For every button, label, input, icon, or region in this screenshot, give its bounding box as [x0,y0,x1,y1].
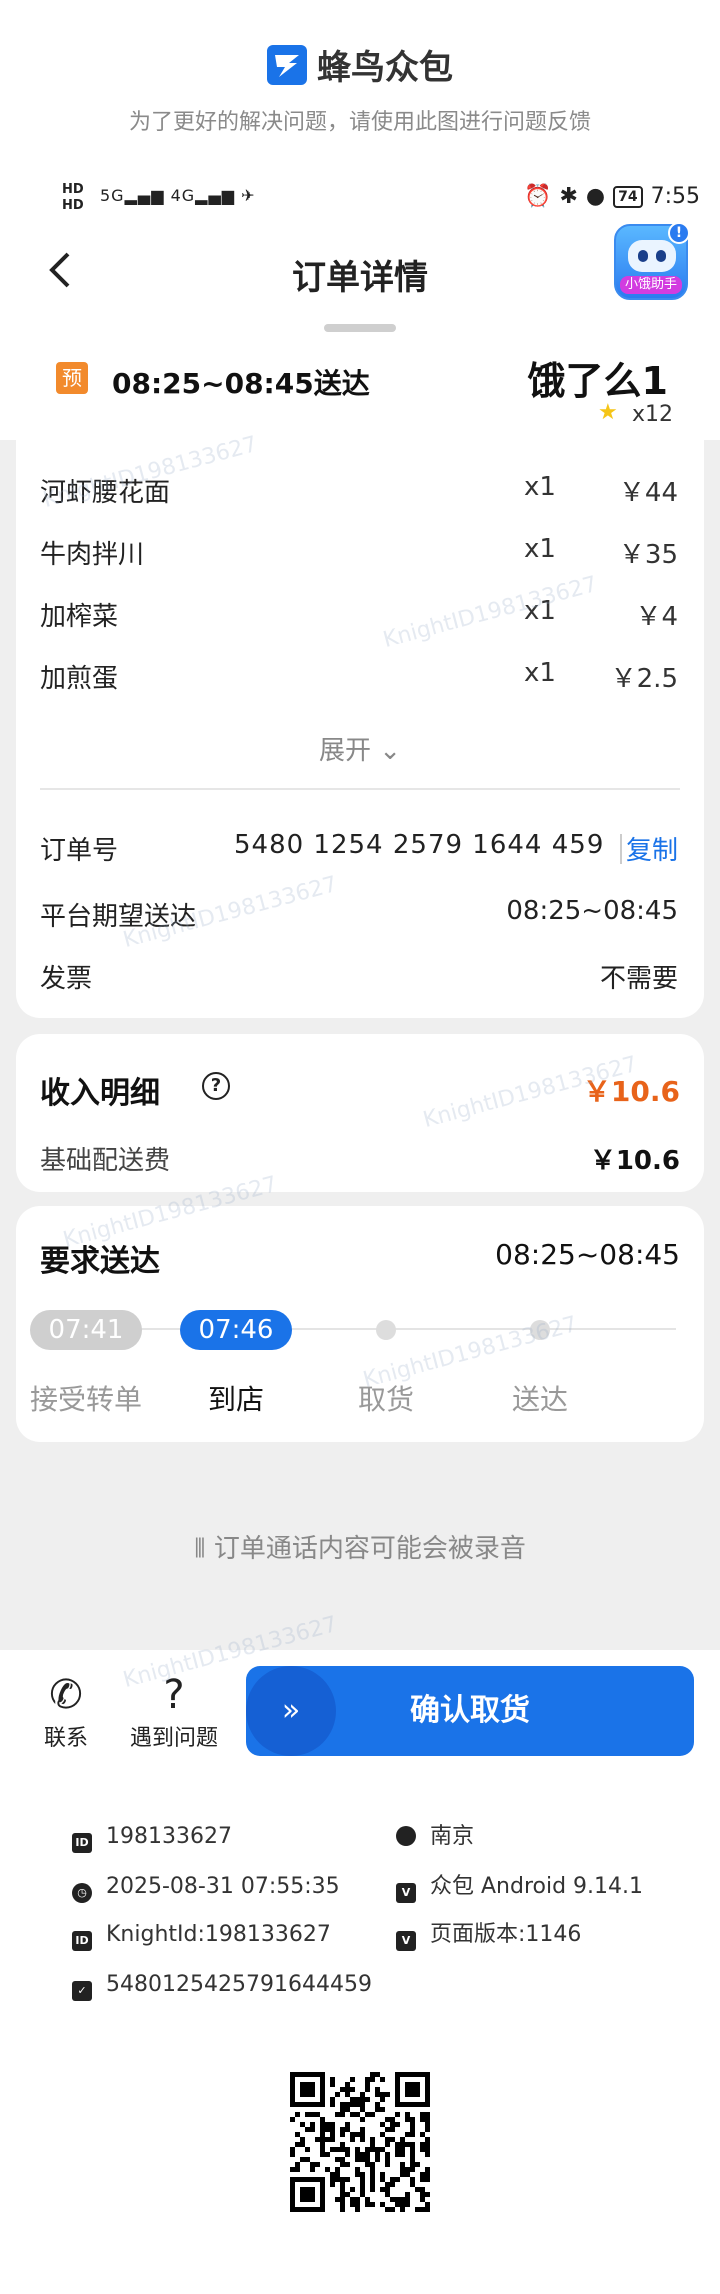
phone-icon: ✆ [49,1672,83,1718]
star-icon: ★ [598,400,618,425]
rating-count: x12 [632,402,674,427]
shop-name: 饿了么1 [527,359,668,403]
meta-page-version: V 页面版本:1146 [396,1920,581,1951]
status-right: ⏰ ✱ ● 74 7:55 [524,184,700,209]
id-icon: ID [72,1833,92,1853]
status-bar: HD HD 5G▂▄▆ 4G▂▄▆ ✈ ⏰ ✱ ● 74 7:55 [60,180,700,220]
bottom-action-bar: ✆ 联系 ? 遇到问题 » 确认取货 [0,1650,720,1770]
base-fee-value: ￥10.6 [589,1146,680,1176]
brand-header: 蜂鸟众包 [0,40,720,89]
base-fee-label: 基础配送费 [40,1146,171,1176]
meta-order-id: ✓ 5480125425791644459 [72,1970,372,2001]
step-arrive: 到店 [207,1383,264,1416]
page-title: 订单详情 [292,258,428,298]
copy-button[interactable]: 复制 [626,830,678,867]
list-item: 加煎蛋 x1 ￥2.5 [40,658,678,694]
help-icon[interactable]: ? [202,1072,230,1100]
brand-name: 蜂鸟众包 [317,48,453,88]
checkbox-icon: ✓ [72,1981,92,2001]
meta-datetime: ◷ 2025-08-31 07:55:35 [72,1872,340,1903]
id-icon: ID [72,1931,92,1951]
nav-header: 订单详情 小饿助手 ! [0,222,720,310]
sheet-handle[interactable] [324,324,396,332]
chevron-down-icon: ⌄ [379,736,402,766]
eta-text: 08:25~08:45送达 [112,367,370,400]
progress-track [56,1328,676,1330]
location-pin-icon [396,1826,416,1846]
v-icon: V [396,1931,416,1951]
step-accept: 接受转单 [29,1383,142,1416]
order-card: 河虾腰花面 x1 ￥44 牛肉拌川 x1 ￥35 加榨菜 x1 ￥4 加煎蛋 x1 ￥2.5 展… [16,440,704,1018]
clock-icon: ◷ [72,1883,92,1903]
divider [40,788,680,790]
v-icon: V [396,1883,416,1903]
confirm-pickup-button[interactable]: » 确认取货 [246,1666,694,1756]
alarm-icon: ⏰ [524,184,552,209]
assistant-label: 小饿助手 [620,276,682,294]
step-deliver: 送达 [511,1383,568,1416]
meta-user-id: ID 198133627 [72,1822,232,1853]
preorder-badge: 预 [56,362,88,394]
required-time: 08:25~08:45 [495,1238,680,1271]
signal-icon: 5G▂▄▆ 4G▂▄▆ ✈ [100,186,256,205]
step-dot [376,1320,396,1340]
divider [620,834,622,864]
qr-code [290,2072,430,2212]
step-time-accepted: 07:41 [30,1310,142,1350]
assistant-badge: ! [668,222,690,244]
clock: 7:55 [650,184,700,209]
invoice-row: 发票 不需要 [40,964,678,994]
list-item: 牛肉拌川 x1 ￥35 [40,534,678,570]
order-number-row: 订单号 5480 1254 2579 1644 459 复制 [40,830,678,867]
sim-indicators: HD HD [62,182,84,213]
list-item: 加榨菜 x1 ￥4 [40,596,678,632]
delivery-card: 要求送达 08:25~08:45 07:41 07:46 接受转单 到店 取货 … [16,1206,704,1442]
fengniao-logo-icon [267,44,307,85]
sound-wave-icon: ⦀ [194,1534,206,1564]
bluetooth-icon: ✱ [559,184,578,209]
assistant-button[interactable]: 小饿助手 ! [614,222,690,300]
location-icon: ● [585,184,606,209]
income-title: 收入明细 [40,1076,160,1111]
battery-icon: 74 [613,185,643,208]
meta-app-version: V 众包 Android 9.14.1 [396,1872,643,1903]
order-number: 5480 1254 2579 1644 459 [234,830,605,860]
contact-button[interactable]: ✆ 联系 [38,1670,94,1752]
robot-icon [628,240,676,272]
feedback-subtitle: 为了更好的解决问题，请使用此图进行问题反馈 [128,110,591,135]
meta-city: 南京 [396,1822,474,1852]
expand-button[interactable]: 展开 ⌄ [16,730,704,767]
meta-knight-id: ID KnightId:198133627 [72,1920,331,1951]
eta-row: 预 08:25~08:45送达 饿了么1 ★ x12 [0,352,720,432]
income-card: 收入明细 ? ￥10.6 基础配送费 ￥10.6 [16,1034,704,1192]
step-time-arrived: 07:46 [180,1310,292,1350]
recording-notice: ⦀ 订单通话内容可能会被录音 [194,1534,526,1564]
